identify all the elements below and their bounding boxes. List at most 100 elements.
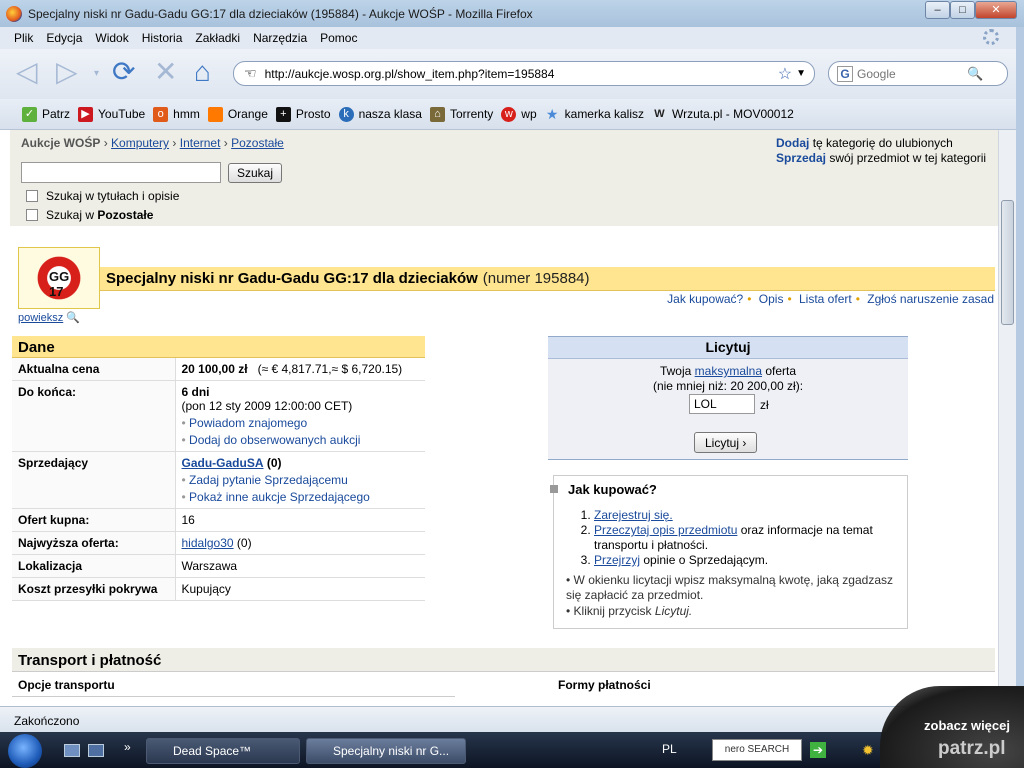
- max-bid-link[interactable]: maksymalna: [695, 364, 762, 378]
- read-description-link[interactable]: Przeczytaj opis przedmiotu: [594, 523, 737, 537]
- description-link[interactable]: Opis: [759, 292, 784, 306]
- sell-link[interactable]: Sprzedaj: [776, 151, 826, 165]
- bullet-icon: [550, 485, 558, 493]
- bid-panel: Licytuj Twoja maksymalna oferta (nie mnie…: [548, 336, 908, 460]
- list-item: W okienku licytacji wpisz maksymalną kwo…: [566, 573, 901, 603]
- top-bidder-link[interactable]: hidalgo30: [182, 536, 234, 550]
- gg-logo-icon: GG 17: [35, 254, 83, 302]
- tray-icon[interactable]: ✹: [862, 742, 874, 759]
- how-to-buy-link[interactable]: Jak kupować?: [667, 292, 743, 306]
- bookmark-orange[interactable]: Orange: [207, 106, 268, 122]
- other-auctions-link[interactable]: Pokaż inne aukcje Sprzedającego: [182, 490, 420, 504]
- bookmarks-toolbar: ✓ Patrz ▶ YouTube o hmm Orange + Prosto k nas…: [0, 99, 1024, 130]
- search-titles-checkbox[interactable]: [26, 190, 38, 202]
- add-favourite-link[interactable]: Dodaj: [776, 136, 809, 150]
- switch-windows-icon[interactable]: [88, 744, 104, 757]
- menu-pomoc[interactable]: Pomoc: [320, 31, 357, 45]
- stop-icon[interactable]: ✕: [154, 57, 177, 87]
- register-link[interactable]: Zarejestruj się.: [594, 508, 673, 522]
- offers-list-link[interactable]: Lista ofert: [799, 292, 852, 306]
- home-icon[interactable]: ⌂: [194, 57, 211, 87]
- search-icon[interactable]: 🔍: [967, 66, 983, 82]
- enlarge-link[interactable]: powieksz 🔍: [18, 311, 80, 324]
- show-desktop-icon[interactable]: [64, 744, 80, 757]
- search-category-checkbox[interactable]: [26, 209, 38, 221]
- reload-icon[interactable]: ⟳: [112, 57, 135, 87]
- menu-narzedzia[interactable]: Narzędzia: [253, 31, 307, 45]
- wrzuta-icon: W: [654, 107, 665, 120]
- currency-label: zł: [760, 398, 769, 412]
- taskbar-firefox[interactable]: Specjalny niski nr G...: [306, 738, 466, 764]
- data-section-header: Dane: [12, 336, 425, 358]
- nero-search-box[interactable]: nero SEARCH: [712, 739, 802, 761]
- seller-link[interactable]: Gadu-GaduSA: [182, 456, 264, 470]
- more-icon[interactable]: »: [124, 740, 131, 754]
- divider: [12, 696, 455, 697]
- bookmark-hmm[interactable]: o hmm: [153, 106, 200, 122]
- bid-amount-input[interactable]: [689, 394, 755, 414]
- bookmark-prosto[interactable]: + Prosto: [275, 106, 331, 122]
- list-item: Przejrzyj opinie o Sprzedającym.: [594, 553, 899, 568]
- maximize-button[interactable]: □: [950, 1, 975, 19]
- url-text[interactable]: http://aukcje.wosp.org.pl/show_item.php?…: [265, 67, 778, 81]
- minimize-button[interactable]: –: [925, 1, 950, 19]
- transport-options-label: Opcje transportu: [18, 678, 115, 692]
- report-link[interactable]: Zgłoś naruszenie zasad: [867, 292, 994, 306]
- breadcrumb-komputery[interactable]: Komputery: [111, 136, 169, 150]
- close-button[interactable]: ✕: [975, 1, 1017, 19]
- bookmark-patrz[interactable]: ✓ Patrz: [22, 106, 70, 122]
- table-row: Koszt przesyłki pokrywa Kupujący: [12, 577, 425, 601]
- language-indicator[interactable]: PL: [662, 742, 677, 756]
- bookmark-kamerka[interactable]: ★ kamerka kalisz: [545, 105, 644, 122]
- menu-zakladki[interactable]: Zakładki: [195, 31, 240, 45]
- search-category-checkbox-row[interactable]: Szukaj w Pozostałe: [26, 208, 153, 222]
- menu-plik[interactable]: Plik: [14, 31, 33, 45]
- ask-seller-link[interactable]: Zadaj pytanie Sprzedającemu: [182, 473, 420, 487]
- notify-friend-link[interactable]: Powiadom znajomego: [182, 416, 420, 430]
- wp-icon: w: [501, 106, 517, 122]
- breadcrumb-internet[interactable]: Internet: [180, 136, 221, 150]
- item-links: Jak kupować? • Opis • Lista ofert • Zgłoś n…: [667, 292, 994, 306]
- search-box[interactable]: G 🔍: [828, 61, 1008, 86]
- patrz-promo-overlay[interactable]: zobacz więcej patrz.pl: [880, 686, 1024, 768]
- menu-historia[interactable]: Historia: [142, 31, 183, 45]
- scrollbar-thumb[interactable]: [1001, 200, 1014, 325]
- start-button[interactable]: [8, 734, 42, 768]
- bid-header: Licytuj: [548, 337, 908, 359]
- bid-button[interactable]: Licytuj ›: [694, 432, 758, 453]
- search-engine-input[interactable]: [857, 66, 967, 81]
- activity-throbber-icon: [983, 29, 999, 45]
- history-dropdown-icon[interactable]: ▾: [94, 59, 99, 89]
- back-arrow-icon[interactable]: ◁: [16, 57, 38, 87]
- magnifier-icon: 🔍: [66, 312, 81, 324]
- star-icon: ★: [545, 105, 559, 122]
- address-bar[interactable]: ☜ http://aukcje.wosp.org.pl/show_item.ph…: [233, 61, 815, 86]
- breadcrumb-pozostale[interactable]: Pozostałe: [231, 136, 284, 150]
- menu-edycja[interactable]: Edycja: [46, 31, 82, 45]
- search-input[interactable]: [21, 162, 221, 183]
- table-row: Ofert kupna: 16: [12, 508, 425, 532]
- bookmark-nasza-klasa[interactable]: k nasza klasa: [338, 106, 422, 122]
- current-price: 20 100,00 zł: [181, 362, 248, 376]
- taskbar-dead-space[interactable]: Dead Space™: [146, 738, 300, 764]
- youtube-icon: ▶: [78, 106, 94, 122]
- item-thumbnail[interactable]: GG 17: [18, 247, 100, 309]
- search-button[interactable]: Szukaj: [228, 163, 283, 183]
- go-arrow-icon[interactable]: ➔: [810, 742, 826, 758]
- bookmark-youtube[interactable]: ▶ YouTube: [78, 106, 145, 122]
- watch-auction-link[interactable]: Dodaj do obserwowanych aukcji: [182, 433, 420, 447]
- view-feedback-link[interactable]: Przejrzyj: [594, 553, 640, 567]
- bookmark-torrenty[interactable]: ⌂ Torrenty: [429, 106, 493, 122]
- menu-widok[interactable]: Widok: [95, 31, 128, 45]
- bookmark-wp[interactable]: w wp: [501, 106, 537, 122]
- vertical-scrollbar[interactable]: [998, 130, 1016, 706]
- bookmark-star-icon[interactable]: ☆: [778, 64, 792, 84]
- orange-icon: [207, 106, 223, 122]
- bookmark-wrzuta[interactable]: W Wrzuta.pl - MOV00012: [652, 107, 794, 122]
- item-data-table: Aktualna cena 20 100,00 zł (≈ € 4,817.71,…: [12, 358, 425, 601]
- search-titles-checkbox-row[interactable]: Szukaj w tytułach i opisie: [26, 189, 179, 203]
- url-dropdown-icon[interactable]: ▼: [796, 68, 806, 79]
- how-to-buy-notes: W okienku licytacji wpisz maksymalną kwo…: [566, 573, 901, 620]
- forward-arrow-icon[interactable]: ▷: [56, 57, 78, 87]
- google-engine-icon[interactable]: G: [837, 65, 853, 82]
